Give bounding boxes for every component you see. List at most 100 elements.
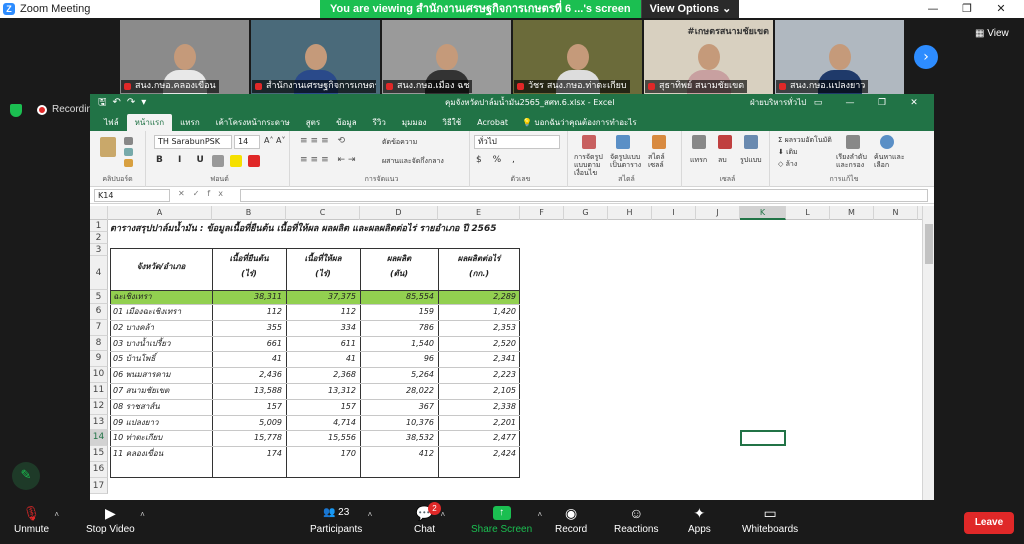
ribbon-tab[interactable]: รีวิว: [365, 114, 394, 131]
scrollbar-thumb[interactable]: [925, 224, 933, 264]
column-header-k[interactable]: K: [740, 206, 786, 220]
column-header-m[interactable]: M: [830, 206, 874, 220]
apps-button[interactable]: ✦ Apps: [688, 506, 711, 535]
cell-yield[interactable]: 2,105: [438, 383, 520, 399]
cell-production[interactable]: 96: [360, 351, 438, 367]
worksheet-grid[interactable]: ABCDEFGHIJKLMN 1 2 3 4 5 6 7 8 9 10 11 12 13 14 15 16 17…: [90, 206, 934, 500]
row-header-9[interactable]: 9: [90, 351, 108, 368]
cell-production[interactable]: 10,376: [360, 415, 438, 431]
vertical-scrollbar[interactable]: [922, 206, 934, 500]
sort-filter-icon[interactable]: [846, 135, 860, 149]
cell-yield[interactable]: 2,341: [438, 351, 520, 367]
district-name[interactable]: 10 ท่าตะเกียบ: [110, 430, 212, 446]
paste-icon[interactable]: [100, 137, 116, 157]
cell-yield[interactable]: 2,223: [438, 367, 520, 383]
close-icon[interactable]: ✕: [984, 0, 1018, 18]
row-header-11[interactable]: 11: [90, 383, 108, 399]
participant-tile[interactable]: สำนักงานเศรษฐกิจการเกษตรที่...: [251, 20, 380, 94]
district-name[interactable]: 11 คลองเขื่อน: [110, 446, 212, 462]
borders-icon[interactable]: [212, 155, 224, 167]
participant-tile[interactable]: สนง.กษอ.เมือง ฉช: [382, 20, 511, 94]
select-all-corner[interactable]: [90, 206, 108, 220]
unmute-button[interactable]: 🎙 Unmute ˄: [14, 506, 59, 535]
row-header-17[interactable]: 17: [90, 477, 108, 494]
cell-yield[interactable]: 2,353: [438, 320, 520, 336]
annotate-pencil-icon[interactable]: ✎: [12, 462, 40, 490]
font-size-select[interactable]: 14: [234, 135, 260, 149]
participant-tile[interactable]: สนง.กษอ.คลองเขื่อน: [120, 20, 249, 94]
column-header-l[interactable]: L: [786, 206, 830, 220]
cell-planted[interactable]: 15,778: [212, 430, 286, 446]
ribbon-tab[interactable]: สูตร: [298, 114, 328, 131]
delete-cells-icon[interactable]: [718, 135, 732, 149]
column-header-b[interactable]: B: [212, 206, 286, 220]
bold-italic-underline-icon[interactable]: B I U: [156, 155, 210, 165]
row-header-10[interactable]: 10: [90, 367, 108, 383]
chevron-up-icon[interactable]: ˄: [140, 510, 145, 519]
record-button[interactable]: ◉ Record: [555, 506, 587, 535]
cell-planted[interactable]: 174: [212, 446, 286, 462]
column-header-j[interactable]: J: [696, 206, 740, 220]
cell-production[interactable]: 786: [360, 320, 438, 336]
active-cell-k14[interactable]: [740, 430, 786, 447]
font-name-select[interactable]: TH SarabunPSK: [154, 135, 232, 149]
cell-yield[interactable]: 2,289: [438, 290, 520, 304]
row-header-4[interactable]: 4: [90, 256, 108, 290]
font-color-icon[interactable]: [248, 155, 260, 167]
fill-button[interactable]: ⬇ เติม: [778, 147, 798, 158]
restore-icon[interactable]: ❐: [950, 0, 984, 18]
find-select-icon[interactable]: [880, 135, 894, 149]
cell-harvested[interactable]: 13,312: [286, 383, 360, 399]
district-name[interactable]: 01 เมืองฉะเชิงเทรา: [110, 304, 212, 320]
row-header-12[interactable]: 12: [90, 398, 108, 415]
cell-harvested[interactable]: 611: [286, 336, 360, 352]
row-header-1[interactable]: 1: [90, 220, 108, 232]
participants-button[interactable]: 👥 23 Participants ˄: [310, 506, 372, 535]
formula-input[interactable]: [240, 189, 928, 202]
format-cells-icon[interactable]: [744, 135, 758, 149]
excel-ribbon-display-icon[interactable]: ▭: [802, 94, 834, 112]
cell-planted[interactable]: 41: [212, 351, 286, 367]
format-as-table-icon[interactable]: [616, 135, 630, 149]
leave-button[interactable]: Leave: [964, 512, 1014, 534]
excel-close-icon[interactable]: ✕: [898, 94, 930, 112]
copy-icon[interactable]: [124, 148, 133, 156]
cell-production[interactable]: 5,264: [360, 367, 438, 383]
cell-planted[interactable]: 355: [212, 320, 286, 336]
participant-tile[interactable]: วัชร สนง.กษอ.ท่าตะเกียบ: [513, 20, 642, 94]
row-header-5[interactable]: 5: [90, 290, 108, 304]
cut-icon[interactable]: [124, 137, 133, 145]
share-screen-button[interactable]: ↑ Share Screen ˄: [471, 506, 542, 535]
district-name[interactable]: 07 สนามชัยเขต: [110, 383, 212, 399]
column-header-h[interactable]: H: [608, 206, 652, 220]
view-button[interactable]: ▦ View: [975, 28, 1009, 39]
row-header-8[interactable]: 8: [90, 335, 108, 352]
cell-planted[interactable]: 5,009: [212, 415, 286, 431]
ribbon-tab[interactable]: ไฟล์: [96, 114, 127, 131]
number-format-icons[interactable]: $ % ,: [476, 155, 519, 165]
district-name[interactable]: 02 บางคล้า: [110, 320, 212, 336]
cell-styles-icon[interactable]: [652, 135, 666, 149]
reactions-button[interactable]: ☺ Reactions: [614, 506, 658, 535]
province-total-name[interactable]: ฉะเชิงเทรา: [110, 290, 212, 304]
ribbon-tab[interactable]: หน้าแรก: [126, 114, 173, 131]
whiteboards-button[interactable]: ▭ Whiteboards: [742, 506, 798, 535]
cell-yield[interactable]: 2,201: [438, 415, 520, 431]
cell-production[interactable]: 412: [360, 446, 438, 462]
cell-harvested[interactable]: 4,714: [286, 415, 360, 431]
cell-planted[interactable]: 2,436: [212, 367, 286, 383]
excel-restore-icon[interactable]: ❐: [866, 94, 898, 112]
ribbon-tab[interactable]: มุมมอง: [394, 114, 435, 131]
fill-color-icon[interactable]: [230, 155, 242, 167]
clear-button[interactable]: ◇ ล้าง: [778, 159, 797, 170]
cell-yield[interactable]: 2,338: [438, 399, 520, 415]
cell-production[interactable]: 367: [360, 399, 438, 415]
column-header-i[interactable]: I: [652, 206, 696, 220]
tell-me-search[interactable]: 💡 บอกฉันว่าคุณต้องการทำอะไร: [522, 114, 637, 131]
row-header-14[interactable]: 14: [90, 430, 108, 447]
row-header-6[interactable]: 6: [90, 304, 108, 320]
cell-harvested[interactable]: 37,375: [286, 290, 360, 304]
column-header-n[interactable]: N: [874, 206, 918, 220]
cell-yield[interactable]: 2,477: [438, 430, 520, 446]
quick-access-toolbar[interactable]: 🖫↶↷▾: [98, 95, 152, 112]
